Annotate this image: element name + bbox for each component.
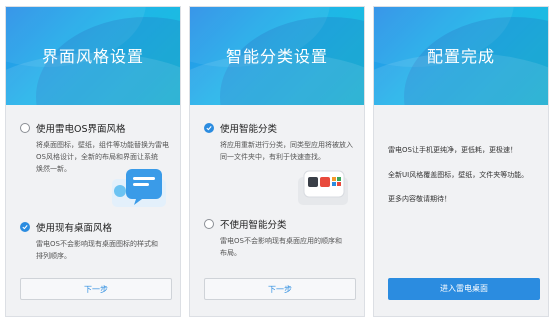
next-step-button[interactable]: 下一步 — [20, 278, 172, 300]
complete-message-line: 全新UI风格覆盖图标，壁纸，文件夹等功能。 — [388, 171, 529, 179]
setup-complete-panel: 配置完成 雷电OS让手机更纯净，更低耗，更极速！ 全新UI风格覆盖图标，壁纸，文… — [373, 6, 549, 317]
option-description: 将应用重新进行分类，同类型应用将被放入 同一文件夹中，有利于快速查找。 — [220, 141, 353, 161]
option-label: 不使用智能分类 — [220, 220, 287, 231]
radio-checked-icon[interactable] — [204, 123, 214, 133]
app-folder-illustration-icon — [298, 170, 348, 205]
smart-category-panel: 智能分类设置 使用智能分类 将应用重新进行分类，同类型应用将被放入 同一文件夹中… — [189, 6, 365, 317]
hero-banner: 界面风格设置 — [6, 7, 180, 105]
panel-title: 智能分类设置 — [225, 47, 328, 66]
style-settings-panel: 界面风格设置 使用雷电OS界面风格 将桌面图标，壁纸，组件等功能替换为雷电 OS… — [5, 6, 181, 317]
radio-unchecked-icon[interactable] — [20, 123, 30, 133]
option-description: 雷电OS不会影响现有桌面应用的顺序和 布局。 — [220, 237, 342, 257]
panel-title: 配置完成 — [426, 47, 495, 66]
radio-unchecked-icon[interactable] — [204, 219, 214, 229]
option-label: 使用雷电OS界面风格 — [36, 124, 126, 135]
next-step-button[interactable]: 下一步 — [204, 278, 356, 300]
option-label: 使用智能分类 — [220, 124, 278, 135]
enter-launcher-button[interactable]: 进入雷电桌面 — [388, 278, 540, 300]
folder-chat-illustration-icon — [112, 169, 166, 207]
option-description: 雷电OS不会影响现有桌面图标的样式和 排列顺序。 — [36, 240, 158, 260]
panel-title: 界面风格设置 — [41, 47, 144, 66]
complete-message-line: 更多内容敬请期待！ — [388, 195, 451, 203]
complete-message-line: 雷电OS让手机更纯净，更低耗，更极速！ — [388, 146, 517, 154]
option-label: 使用现有桌面风格 — [36, 223, 113, 234]
hero-banner: 智能分类设置 — [190, 7, 364, 105]
radio-checked-icon[interactable] — [20, 222, 30, 232]
hero-banner: 配置完成 — [374, 7, 548, 105]
